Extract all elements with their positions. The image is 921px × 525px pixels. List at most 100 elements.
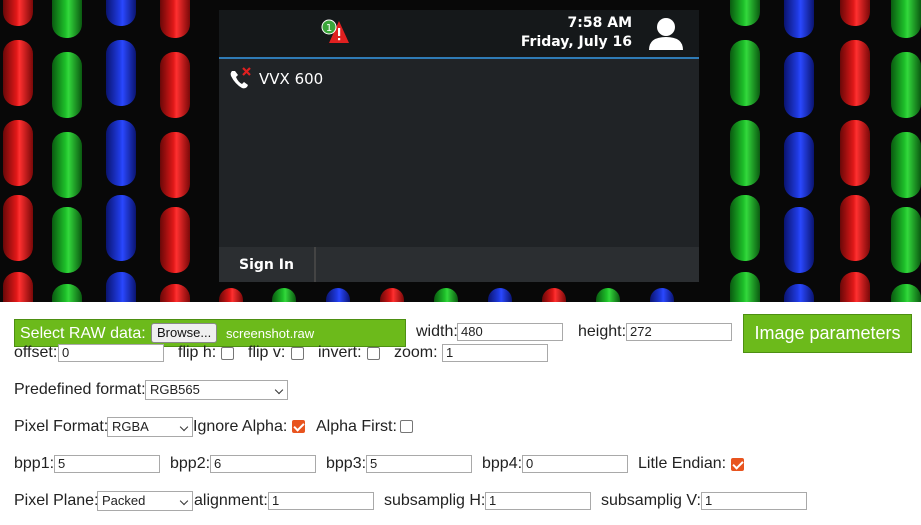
chevron-down-icon xyxy=(179,422,189,432)
pixel-banner: 1 7:58 AM Friday, July 16 VVX 600 Sign I… xyxy=(0,0,921,302)
subsampling-v-input[interactable]: 1 xyxy=(701,492,807,510)
phone-screen: 1 7:58 AM Friday, July 16 VVX 600 Sign I… xyxy=(219,10,699,282)
pixel-plane-label: Pixel Plane: xyxy=(14,492,99,509)
pixel-stripe xyxy=(52,132,82,198)
bpp1-input[interactable]: 5 xyxy=(54,455,160,473)
phone-status-bar: 1 7:58 AM Friday, July 16 xyxy=(219,10,699,59)
pixel-stripe xyxy=(840,40,870,106)
alpha-first-label: Alpha First: xyxy=(316,418,397,435)
pixel-stripe xyxy=(840,120,870,186)
bpp2-input[interactable]: 6 xyxy=(210,455,316,473)
pixel-stripe xyxy=(840,0,870,26)
pixel-stripe xyxy=(730,195,760,261)
pixel-stripe xyxy=(784,52,814,118)
pixel-stripe xyxy=(784,132,814,198)
pixel-stripe xyxy=(106,195,136,261)
pixel-stripe xyxy=(840,195,870,261)
subsampling-h-input[interactable]: 1 xyxy=(485,492,591,510)
pixel-stripe xyxy=(160,0,190,38)
pixel-stripe xyxy=(106,120,136,186)
width-label: width: xyxy=(416,323,458,340)
pixel-stripe xyxy=(52,0,82,38)
ignore-alpha-label: Ignore Alpha: xyxy=(193,418,288,435)
selected-file-name: screenshot.raw xyxy=(226,326,315,341)
bpp3-label: bpp3: xyxy=(326,455,367,472)
bpp1-label: bpp1: xyxy=(14,455,55,472)
predefined-format-label: Predefined format: xyxy=(14,381,146,398)
alpha-first-checkbox[interactable] xyxy=(400,420,413,433)
predefined-format-select[interactable]: RGB565 xyxy=(145,380,288,400)
bpp4-label: bpp4: xyxy=(482,455,523,472)
pixel-stripe xyxy=(52,284,82,302)
pixel-stripe xyxy=(106,40,136,106)
user-icon[interactable] xyxy=(647,16,685,52)
sign-in-softkey[interactable]: Sign In xyxy=(219,247,316,282)
phone-time: 7:58 AM xyxy=(567,15,632,31)
alignment-label: alignment: xyxy=(194,492,268,509)
pixel-stripe xyxy=(52,52,82,118)
pixel-stripe xyxy=(784,207,814,273)
subsampling-h-label: subsamplig H: xyxy=(384,492,486,509)
phone-unregistered-icon xyxy=(230,67,251,89)
zoom-label: zoom: xyxy=(394,344,438,361)
pixel-stripe xyxy=(3,0,33,26)
pixel-stripe xyxy=(272,288,296,302)
pixel-stripe xyxy=(160,207,190,273)
subsampling-v-label: subsamplig V: xyxy=(601,492,701,509)
pixel-stripe xyxy=(3,40,33,106)
height-label: height: xyxy=(578,323,627,340)
flip-h-label: flip h: xyxy=(178,344,217,361)
height-input[interactable]: 272 xyxy=(626,323,732,341)
bpp4-input[interactable]: 0 xyxy=(522,455,628,473)
little-endian-label: Litle Endian: xyxy=(638,455,727,472)
pixel-stripe xyxy=(488,288,512,302)
pixel-stripe xyxy=(160,52,190,118)
pixel-stripe xyxy=(3,120,33,186)
alert-count-badge: 1 xyxy=(326,23,332,34)
pixel-plane-value: Packed xyxy=(102,493,146,508)
flip-v-label: flip v: xyxy=(248,344,286,361)
line-item[interactable]: VVX 600 xyxy=(227,65,323,93)
offset-input[interactable]: 0 xyxy=(58,344,164,362)
phone-date: Friday, July 16 xyxy=(520,34,632,50)
pixel-stripe xyxy=(891,52,921,118)
softkey-bar: Sign In xyxy=(219,247,699,282)
pixel-stripe xyxy=(730,272,760,302)
line-label: VVX 600 xyxy=(259,70,324,88)
pixel-stripe xyxy=(784,0,814,38)
ignore-alpha-checkbox[interactable] xyxy=(292,420,305,433)
flip-h-checkbox[interactable] xyxy=(221,347,234,360)
pixel-stripe xyxy=(650,288,674,302)
alignment-input[interactable]: 1 xyxy=(268,492,374,510)
warning-icon[interactable]: 1 xyxy=(320,19,350,45)
pixel-stripe xyxy=(380,288,404,302)
width-input[interactable]: 480 xyxy=(457,323,563,341)
flip-v-checkbox[interactable] xyxy=(291,347,304,360)
pixel-stripe xyxy=(730,120,760,186)
pixel-stripe xyxy=(326,288,350,302)
pixel-stripe xyxy=(891,207,921,273)
pixel-stripe xyxy=(219,288,243,302)
pixel-format-value: RGBA xyxy=(112,419,149,434)
browse-button[interactable]: Browse... xyxy=(151,323,218,343)
pixel-stripe xyxy=(434,288,458,302)
select-raw-label: Select RAW data: xyxy=(20,325,146,342)
pixel-stripe xyxy=(891,284,921,302)
pixel-format-select[interactable]: RGBA xyxy=(107,417,193,437)
pixel-stripe xyxy=(160,132,190,198)
chevron-down-icon xyxy=(179,496,189,506)
pixel-stripe xyxy=(596,288,620,302)
image-parameters-button[interactable]: Image parameters xyxy=(743,314,912,353)
bpp3-input[interactable]: 5 xyxy=(366,455,472,473)
pixel-stripe xyxy=(730,0,760,26)
pixel-format-label: Pixel Format: xyxy=(14,418,109,435)
pixel-stripe xyxy=(784,284,814,302)
little-endian-checkbox[interactable] xyxy=(731,458,744,471)
pixel-plane-select[interactable]: Packed xyxy=(97,491,193,511)
offset-label: offset: xyxy=(14,344,58,361)
zoom-input[interactable]: 1 xyxy=(442,344,548,362)
select-raw-data: Select RAW data: Browse... screenshot.ra… xyxy=(14,319,406,347)
invert-checkbox[interactable] xyxy=(367,347,380,360)
pixel-stripe xyxy=(730,40,760,106)
pixel-stripe xyxy=(106,272,136,302)
